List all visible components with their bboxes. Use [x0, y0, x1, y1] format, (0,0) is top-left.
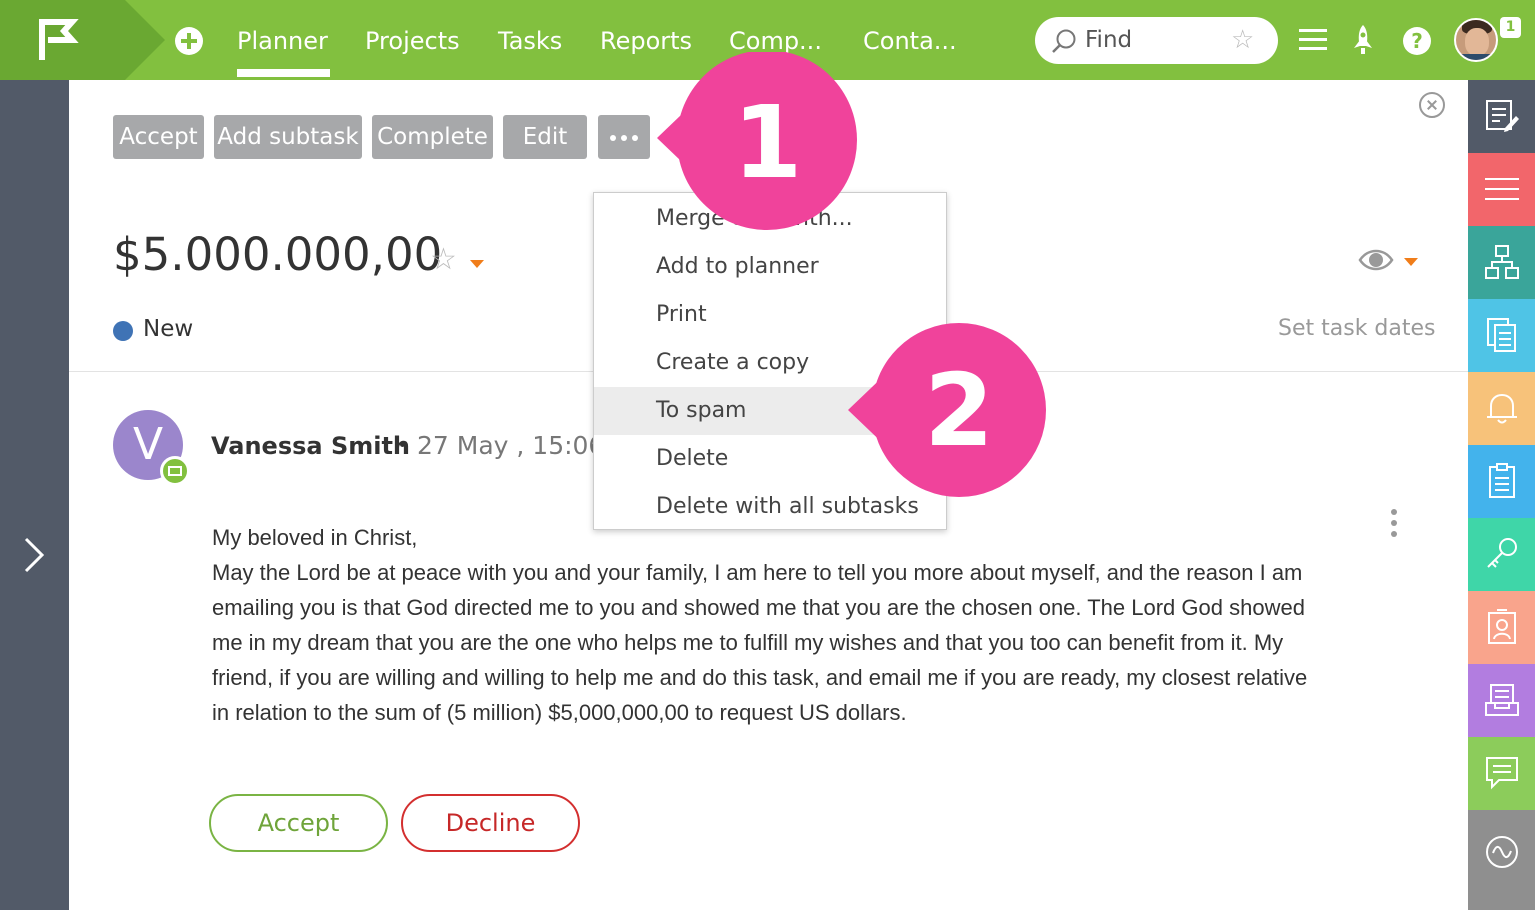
user-avatar[interactable] — [1454, 18, 1498, 62]
message-line: May the Lord be at peace with you and yo… — [212, 560, 1303, 585]
message-body: My beloved in Christ, May the Lord be at… — [212, 520, 1362, 730]
rail-hierarchy-icon[interactable] — [1468, 226, 1535, 299]
status-label[interactable]: New — [143, 316, 193, 342]
callout-number: 1 — [732, 84, 803, 201]
callout-number: 2 — [924, 352, 994, 469]
favorites-star-icon[interactable]: ☆ — [1231, 27, 1254, 53]
expand-chevron-icon[interactable] — [22, 535, 46, 575]
rail-key-icon[interactable] — [1468, 518, 1535, 591]
rail-documents-icon[interactable] — [1468, 299, 1535, 372]
menu-icon[interactable] — [1299, 28, 1327, 52]
status-indicator — [113, 321, 133, 341]
accept-outline-button[interactable]: Accept — [209, 794, 388, 852]
nav-contacts[interactable]: Conta... — [863, 26, 957, 56]
logo[interactable] — [0, 0, 165, 80]
rail-list-icon[interactable] — [1468, 153, 1535, 226]
svg-text:?: ? — [1411, 29, 1423, 53]
active-nav-indicator — [237, 69, 330, 77]
message-line: in relation to the sum of (5 million) $5… — [212, 700, 907, 725]
watch-options-caret-icon[interactable] — [1404, 258, 1418, 266]
nav-planner[interactable]: Planner — [237, 26, 328, 56]
close-icon[interactable] — [1419, 92, 1445, 118]
message-line: emailing you is that God directed me to … — [212, 595, 1305, 620]
rail-chat-icon[interactable] — [1468, 737, 1535, 810]
title-options-caret-icon[interactable] — [470, 260, 484, 268]
add-new-icon[interactable] — [175, 27, 203, 55]
rail-clipboard-icon[interactable] — [1468, 445, 1535, 518]
message-options-icon[interactable] — [1391, 509, 1397, 542]
nav-tasks[interactable]: Tasks — [498, 26, 562, 56]
add-subtask-button[interactable]: Add subtask — [214, 115, 362, 159]
search-placeholder: Find — [1085, 27, 1133, 53]
nav-projects[interactable]: Projects — [365, 26, 460, 56]
task-title: $5.000.000,00 — [113, 228, 443, 281]
email-icon — [160, 456, 190, 486]
watch-eye-icon[interactable] — [1358, 247, 1394, 273]
notification-badge[interactable]: 1 — [1500, 17, 1521, 38]
left-sidebar — [0, 80, 69, 910]
message-line: friend, if you are willing and willing t… — [212, 665, 1308, 690]
rocket-icon[interactable] — [1352, 24, 1374, 56]
accept-button[interactable]: Accept — [113, 115, 204, 159]
edit-button[interactable]: Edit — [503, 115, 587, 159]
separator-dot — [400, 442, 405, 447]
menu-item-add-to-planner[interactable]: Add to planner — [594, 243, 946, 291]
search-icon — [1052, 29, 1076, 53]
rail-inbox-icon[interactable] — [1468, 664, 1535, 737]
more-actions-button[interactable] — [598, 115, 650, 159]
rail-edit-note-icon[interactable] — [1468, 80, 1535, 153]
decline-outline-button[interactable]: Decline — [401, 794, 580, 852]
rail-contact-card-icon[interactable] — [1468, 591, 1535, 664]
search-field[interactable]: Find ☆ — [1035, 17, 1278, 64]
rail-bell-icon[interactable] — [1468, 372, 1535, 445]
message-line: me in my dream that you are the one who … — [212, 630, 1284, 655]
set-task-dates-link[interactable]: Set task dates — [1278, 316, 1436, 341]
right-sidebar — [1468, 80, 1535, 910]
rail-activity-icon[interactable] — [1468, 810, 1535, 910]
complete-button[interactable]: Complete — [372, 115, 493, 159]
help-icon[interactable]: ? — [1402, 26, 1432, 56]
favorite-star-icon[interactable]: ☆ — [430, 245, 457, 275]
message-date: 27 May , 15:06 — [417, 431, 605, 460]
sender-name[interactable]: Vanessa Smith — [211, 432, 410, 460]
